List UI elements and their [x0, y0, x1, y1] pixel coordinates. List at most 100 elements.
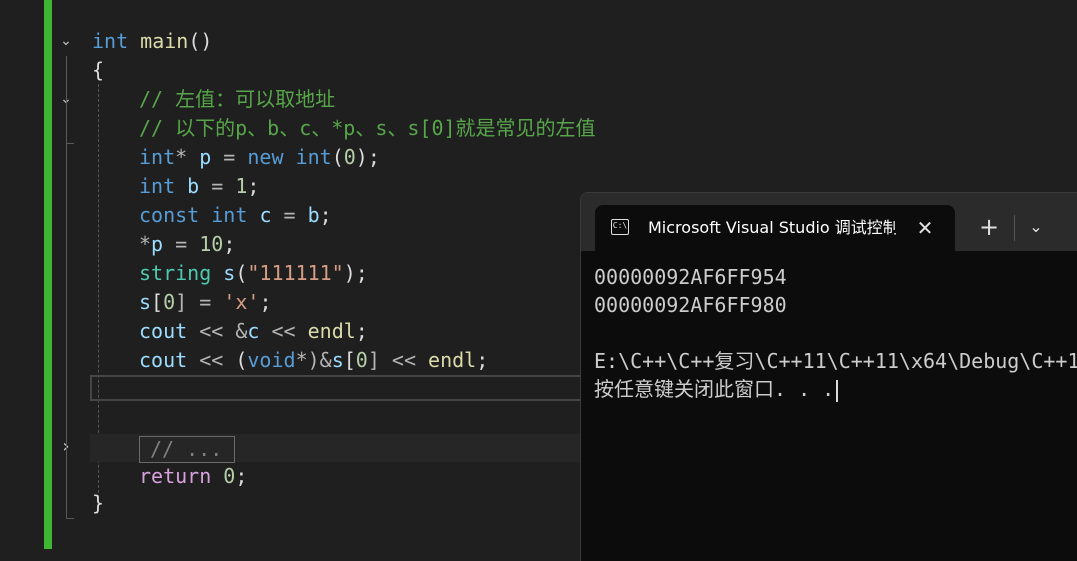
token: [ — [343, 348, 356, 372]
text-cursor — [836, 379, 839, 402]
fold-gutter-line — [66, 56, 67, 518]
token: ); — [355, 145, 380, 169]
token: string — [139, 261, 212, 285]
output-line: E:\C++\C++复习\C++11\C++11\x64\Debug\C++11… — [594, 349, 1077, 373]
token: << — [187, 348, 236, 372]
close-brace: } — [92, 491, 105, 515]
token: endl — [428, 348, 477, 372]
open-brace: { — [92, 58, 105, 82]
token: ; — [476, 348, 489, 372]
token: endl — [307, 319, 356, 343]
token: void — [247, 348, 296, 372]
token: ; — [235, 464, 248, 488]
output-line: 00000092AF6FF954 — [594, 265, 787, 289]
code-line-4[interactable]: // 以下的p、b、c、*p、s、s[0]就是常见的左值 — [139, 114, 596, 143]
token: p — [199, 145, 212, 169]
token: cout — [139, 348, 188, 372]
token: ; — [223, 232, 236, 256]
current-line-highlight — [90, 375, 590, 401]
token: const — [139, 203, 200, 227]
token: = — [271, 203, 308, 227]
code-line-6[interactable]: int b = 1; — [139, 172, 259, 201]
token: *)& — [295, 348, 332, 372]
console-icon: C:\ — [611, 219, 629, 235]
token: cout — [139, 319, 188, 343]
code-line-7[interactable]: const int c = b; — [139, 201, 332, 230]
collapsed-code-block[interactable]: // ... — [139, 436, 235, 463]
fold-expanded-icon[interactable]: ⌄ — [58, 33, 74, 49]
token: ; — [247, 174, 260, 198]
token: 10 — [199, 232, 224, 256]
token: s — [331, 348, 344, 372]
prompt-text: 按任意键关闭此窗口. . . — [594, 377, 835, 401]
token: s — [223, 261, 236, 285]
code-line-8[interactable]: *p = 10; — [139, 230, 235, 259]
terminal-tab-title: Microsoft Visual Studio 调试控制台 — [648, 218, 896, 237]
token: 0 — [223, 464, 236, 488]
function-name-token: main — [140, 29, 189, 53]
token: * — [139, 232, 152, 256]
code-line-5[interactable]: int* p = new int(0); — [139, 143, 380, 172]
token: return — [139, 464, 212, 488]
code-line-10[interactable]: s[0] = 'x'; — [139, 288, 271, 317]
terminal-titlebar[interactable]: C:\ Microsoft Visual Studio 调试控制台 ✕ + ⌄ — [581, 193, 1077, 251]
token: ( — [331, 145, 344, 169]
terminal-tab[interactable]: C:\ Microsoft Visual Studio 调试控制台 ✕ — [595, 205, 955, 251]
code-line-3[interactable]: // 左值：可以取地址 — [139, 85, 335, 114]
close-icon[interactable]: ✕ — [911, 214, 939, 242]
output-line: 00000092AF6FF980 — [594, 293, 787, 317]
debug-console-window[interactable]: C:\ Microsoft Visual Studio 调试控制台 ✕ + ⌄ … — [580, 192, 1077, 561]
token: ] = — [175, 290, 224, 314]
fold-end-tick — [66, 518, 74, 519]
token: 0 — [355, 348, 368, 372]
token: p — [151, 232, 164, 256]
token: b — [187, 174, 200, 198]
token: = — [211, 145, 248, 169]
token: int — [139, 145, 176, 169]
token: << — [259, 319, 308, 343]
code-line-12[interactable]: cout << (void*)&s[0] << endl; — [139, 346, 488, 375]
token: ); — [343, 261, 368, 285]
code-line-9[interactable]: string s("111111"); — [139, 259, 368, 288]
token: 1 — [235, 174, 248, 198]
token: ] << — [367, 348, 429, 372]
token: int — [295, 145, 332, 169]
output-line-prompt: 按任意键关闭此窗口. . . — [594, 375, 1077, 403]
new-tab-button[interactable]: + — [975, 213, 1003, 241]
token: int — [139, 174, 176, 198]
token: b — [307, 203, 320, 227]
token: ; — [355, 319, 368, 343]
token: ( — [235, 261, 248, 285]
token: 0 — [343, 145, 356, 169]
code-line-11[interactable]: cout << &c << endl; — [139, 317, 368, 346]
token: s — [139, 290, 152, 314]
token: "111111" — [247, 261, 344, 285]
token: c — [259, 203, 272, 227]
token: c — [247, 319, 260, 343]
token: << — [187, 319, 236, 343]
fold-end-tick — [66, 143, 74, 144]
token: = — [163, 232, 200, 256]
change-indicator-bar — [44, 0, 52, 549]
code-line-2[interactable]: { — [92, 56, 104, 85]
token: 0 — [163, 290, 176, 314]
code-line-16[interactable]: } — [92, 489, 104, 518]
code-line-15[interactable]: return 0; — [139, 462, 247, 491]
token: [ — [151, 290, 164, 314]
token: new — [247, 145, 284, 169]
token: ( — [235, 348, 248, 372]
terminal-output[interactable]: 00000092AF6FF954 00000092AF6FF980 E:\C++… — [594, 263, 1077, 561]
chevron-down-icon[interactable]: ⌄ — [1023, 213, 1049, 241]
token: ; — [259, 290, 272, 314]
token: & — [235, 319, 248, 343]
code-line-1[interactable]: int main() — [92, 27, 212, 56]
token: 'x' — [223, 290, 260, 314]
token: ; — [319, 203, 332, 227]
